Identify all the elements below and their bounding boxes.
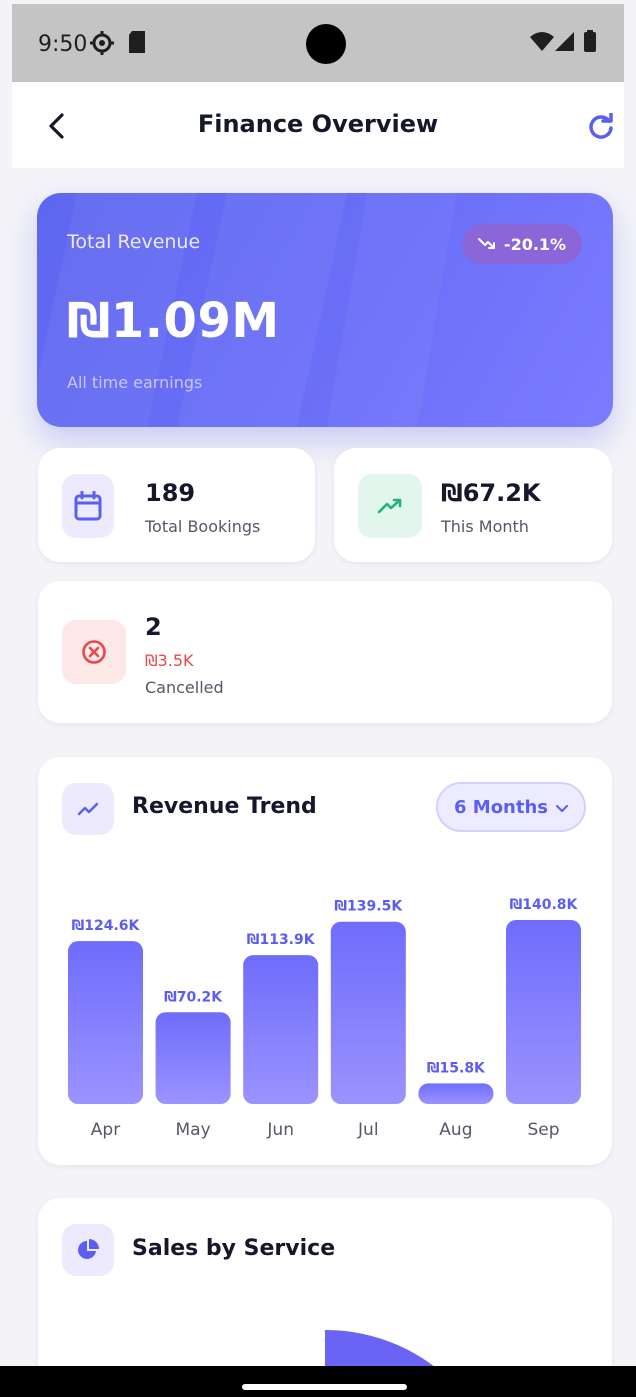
bar-sep[interactable]	[506, 920, 581, 1104]
x-tick-label: Aug	[439, 1120, 472, 1140]
total-revenue-card: Total Revenue ₪1.09M All time earnings -…	[37, 193, 613, 427]
bar-jul[interactable]	[330, 921, 406, 1104]
total-revenue-subtitle: All time earnings	[67, 373, 203, 392]
cancelled-amount: ₪3.5K	[145, 651, 194, 670]
revenue-change-value: -20.1%	[503, 234, 567, 254]
cancel-circle-icon	[62, 620, 126, 684]
bar-value-label: ₪15.8K	[427, 1060, 486, 1076]
home-gesture-handle[interactable]	[242, 1384, 407, 1390]
calendar-icon	[62, 474, 114, 538]
status-time: 9:50	[38, 32, 88, 57]
this-month-value: ₪67.2K	[441, 479, 541, 507]
x-tick-label: Jul	[357, 1120, 379, 1140]
this-month-label: This Month	[441, 517, 529, 536]
bar-value-label: ₪70.2K	[164, 989, 223, 1005]
bar-value-label: ₪139.5K	[334, 899, 403, 915]
x-tick-label: May	[176, 1120, 211, 1140]
signal-icon	[555, 32, 575, 56]
total-revenue-label: Total Revenue	[67, 231, 201, 253]
system-navigation-bar	[0, 1366, 636, 1397]
page-title: Finance Overview	[197, 110, 439, 138]
total-bookings-value: 189	[145, 479, 196, 507]
refresh-icon[interactable]	[588, 111, 614, 143]
settings-icon	[89, 30, 115, 60]
wifi-icon	[530, 32, 554, 56]
bar-aug[interactable]	[418, 1083, 494, 1104]
bar-value-label: ₪113.9K	[247, 932, 316, 948]
trending-up-icon	[358, 474, 422, 538]
bar-may[interactable]	[155, 1012, 231, 1104]
camera-cutout	[306, 24, 346, 64]
bar-apr[interactable]	[68, 941, 143, 1104]
cancelled-count: 2	[145, 613, 162, 641]
x-tick-label: Sep	[527, 1120, 559, 1140]
cancelled-card[interactable]: 2 ₪3.5K Cancelled	[38, 581, 612, 723]
total-bookings-label: Total Bookings	[145, 517, 261, 536]
x-tick-label: Jun	[266, 1120, 294, 1140]
status-bar: 9:50	[12, 4, 624, 82]
sd-card-icon	[127, 30, 147, 58]
trending-down-icon	[477, 235, 496, 254]
bar-value-label: ₪140.8K	[510, 897, 579, 913]
cancelled-label: Cancelled	[145, 678, 224, 697]
revenue-bar-chart: ₪124.6K Apr ₪70.2K May ₪113.9K Jun ₪139.5K Jul ₪…	[68, 897, 581, 1140]
x-tick-label: Apr	[91, 1120, 120, 1140]
app-bar: Finance Overview	[12, 82, 624, 168]
bar-jun[interactable]	[243, 955, 319, 1104]
this-month-card[interactable]: ₪67.2K This Month	[334, 448, 612, 562]
total-revenue-value: ₪1.09M	[67, 293, 280, 349]
battery-icon	[584, 30, 596, 56]
bar-value-label: ₪124.6K	[72, 918, 141, 934]
revenue-change-badge: -20.1%	[462, 224, 582, 264]
revenue-trend-card: Revenue Trend 6 Months ₪124.6K Apr ₪70.2K M…	[38, 757, 612, 1165]
total-bookings-card[interactable]: 189 Total Bookings	[38, 448, 315, 562]
